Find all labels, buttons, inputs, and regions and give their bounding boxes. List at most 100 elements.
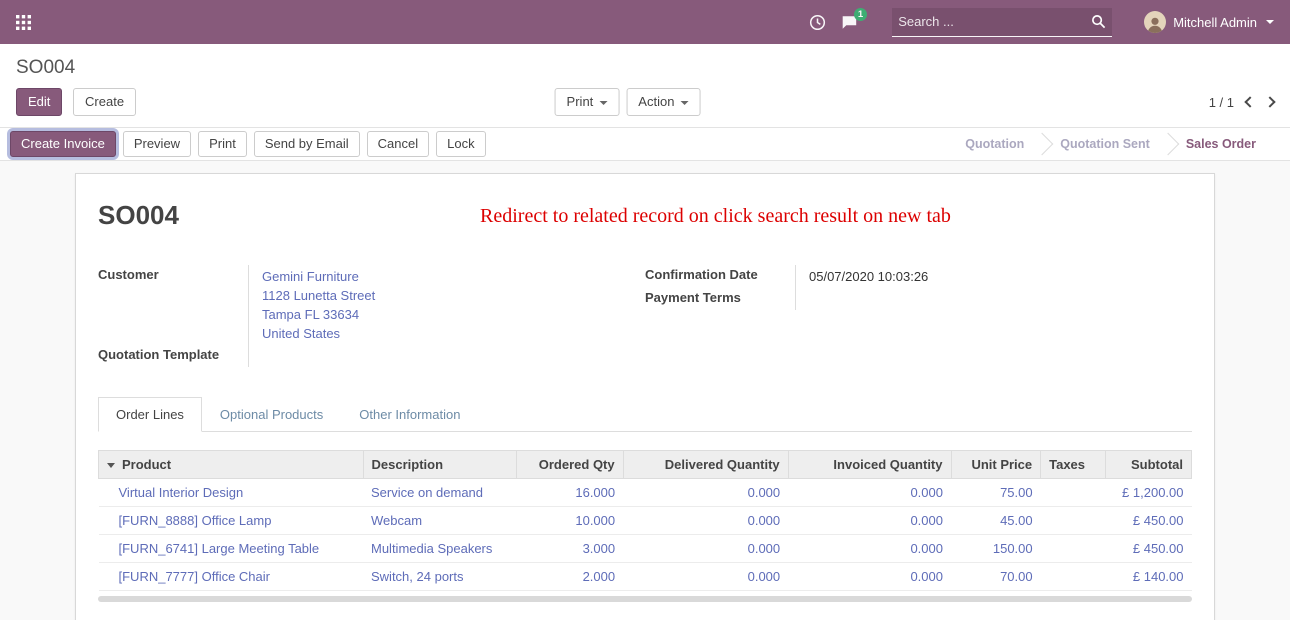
sort-caret-icon <box>107 463 115 468</box>
customer-city: Tampa FL 33634 <box>262 305 645 324</box>
left-field-group: Customer Gemini Furniture 1128 Lunetta S… <box>98 265 645 367</box>
table-row[interactable]: [FURN_6741] Large Meeting Table Multimed… <box>99 535 1192 563</box>
cell-description[interactable]: Multimedia Speakers <box>363 535 516 563</box>
pager-previous-icon[interactable] <box>1244 96 1255 107</box>
global-search <box>892 8 1112 37</box>
search-input[interactable] <box>898 14 1091 29</box>
step-quotation-sent[interactable]: Quotation Sent <box>1044 137 1166 151</box>
page-title: SO004 <box>98 200 179 231</box>
step-sales-order[interactable]: Sales Order <box>1170 137 1272 151</box>
create-button[interactable]: Create <box>73 88 136 116</box>
payment-terms-value[interactable] <box>795 288 1192 310</box>
cell-unit-price[interactable]: 70.00 <box>951 563 1041 591</box>
column-header-product[interactable]: Product <box>99 451 364 479</box>
confirmation-date-label: Confirmation Date <box>645 265 795 288</box>
cell-ordered-qty[interactable]: 2.000 <box>516 563 623 591</box>
cell-subtotal[interactable]: £ 140.00 <box>1105 563 1191 591</box>
form-view: SO004 Redirect to related record on clic… <box>0 161 1290 620</box>
cell-ordered-qty[interactable]: 10.000 <box>516 507 623 535</box>
column-header-delivered-quantity[interactable]: Delivered Quantity <box>623 451 788 479</box>
chevron-down-icon <box>680 101 688 105</box>
cell-taxes[interactable] <box>1041 535 1105 563</box>
customer-street: 1128 Lunetta Street <box>262 286 645 305</box>
quotation-template-label: Quotation Template <box>98 345 248 367</box>
search-icon[interactable] <box>1091 14 1106 29</box>
control-panel: SO004 Edit Create Print Action 1 / 1 <box>0 44 1290 127</box>
cell-subtotal[interactable]: £ 1,200.00 <box>1105 479 1191 507</box>
column-header-unit-price[interactable]: Unit Price <box>951 451 1041 479</box>
cancel-button[interactable]: Cancel <box>367 131 429 157</box>
tab-order-lines[interactable]: Order Lines <box>98 397 202 432</box>
cell-description[interactable]: Webcam <box>363 507 516 535</box>
customer-label: Customer <box>98 265 248 345</box>
column-header-subtotal[interactable]: Subtotal <box>1105 451 1191 479</box>
cell-taxes[interactable] <box>1041 479 1105 507</box>
cell-delivered-qty[interactable]: 0.000 <box>623 563 788 591</box>
column-header-description[interactable]: Description <box>363 451 516 479</box>
customer-value[interactable]: Gemini Furniture 1128 Lunetta Street Tam… <box>248 265 645 345</box>
pager: 1 / 1 <box>1209 95 1274 110</box>
tab-other-information[interactable]: Other Information <box>341 397 478 432</box>
right-field-group: Confirmation Date 05/07/2020 10:03:26 Pa… <box>645 265 1192 367</box>
cell-invoiced-qty[interactable]: 0.000 <box>788 535 951 563</box>
payment-terms-label: Payment Terms <box>645 288 795 310</box>
column-header-ordered-qty[interactable]: Ordered Qty <box>516 451 623 479</box>
table-horizontal-scrollbar[interactable] <box>98 596 1192 602</box>
print-button[interactable]: Print <box>198 131 247 157</box>
step-quotation[interactable]: Quotation <box>949 137 1040 151</box>
cell-delivered-qty[interactable]: 0.000 <box>623 507 788 535</box>
cell-description[interactable]: Switch, 24 ports <box>363 563 516 591</box>
cell-invoiced-qty[interactable]: 0.000 <box>788 507 951 535</box>
confirmation-date-value: 05/07/2020 10:03:26 <box>795 265 1192 288</box>
apps-menu-icon[interactable] <box>16 15 31 30</box>
column-header-invoiced-quantity[interactable]: Invoiced Quantity <box>788 451 951 479</box>
activities-clock-icon[interactable] <box>809 14 826 31</box>
message-count-badge: 1 <box>854 8 867 21</box>
user-avatar <box>1144 11 1166 33</box>
annotation-text: Redirect to related record on click sear… <box>179 200 1192 228</box>
order-lines-table: Product Description Ordered Qty Delivere… <box>98 450 1192 591</box>
quotation-template-value[interactable] <box>248 345 645 367</box>
breadcrumb: SO004 <box>16 57 75 78</box>
cell-description[interactable]: Service on demand <box>363 479 516 507</box>
cell-delivered-qty[interactable]: 0.000 <box>623 535 788 563</box>
user-menu[interactable]: Mitchell Admin <box>1144 11 1274 33</box>
customer-country: United States <box>262 324 645 343</box>
table-header-row: Product Description Ordered Qty Delivere… <box>99 451 1192 479</box>
cell-invoiced-qty[interactable]: 0.000 <box>788 479 951 507</box>
cell-subtotal[interactable]: £ 450.00 <box>1105 507 1191 535</box>
preview-button[interactable]: Preview <box>123 131 191 157</box>
print-dropdown-button[interactable]: Print <box>555 88 620 116</box>
cell-product[interactable]: Virtual Interior Design <box>99 479 364 507</box>
send-by-email-button[interactable]: Send by Email <box>254 131 360 157</box>
action-dropdown-button[interactable]: Action <box>626 88 700 116</box>
cell-product[interactable]: [FURN_8888] Office Lamp <box>99 507 364 535</box>
create-invoice-button[interactable]: Create Invoice <box>10 131 116 157</box>
customer-name[interactable]: Gemini Furniture <box>262 267 645 286</box>
cell-unit-price[interactable]: 150.00 <box>951 535 1041 563</box>
messages-icon[interactable]: 1 <box>840 14 858 31</box>
cell-ordered-qty[interactable]: 3.000 <box>516 535 623 563</box>
cell-taxes[interactable] <box>1041 507 1105 535</box>
status-steps: Quotation Quotation Sent Sales Order <box>949 128 1290 160</box>
table-row[interactable]: [FURN_8888] Office Lamp Webcam 10.000 0.… <box>99 507 1192 535</box>
table-row[interactable]: [FURN_7777] Office Chair Switch, 24 port… <box>99 563 1192 591</box>
cell-subtotal[interactable]: £ 450.00 <box>1105 535 1191 563</box>
chevron-down-icon <box>599 101 607 105</box>
pager-next-icon[interactable] <box>1264 96 1275 107</box>
edit-button[interactable]: Edit <box>16 88 62 116</box>
cell-ordered-qty[interactable]: 16.000 <box>516 479 623 507</box>
lock-button[interactable]: Lock <box>436 131 485 157</box>
tab-optional-products[interactable]: Optional Products <box>202 397 341 432</box>
cell-delivered-qty[interactable]: 0.000 <box>623 479 788 507</box>
pager-counter: 1 / 1 <box>1209 95 1234 110</box>
cell-taxes[interactable] <box>1041 563 1105 591</box>
cell-invoiced-qty[interactable]: 0.000 <box>788 563 951 591</box>
table-row[interactable]: Virtual Interior Design Service on deman… <box>99 479 1192 507</box>
cell-unit-price[interactable]: 45.00 <box>951 507 1041 535</box>
top-navbar: 1 Mitchell Admin <box>0 0 1290 44</box>
cell-unit-price[interactable]: 75.00 <box>951 479 1041 507</box>
cell-product[interactable]: [FURN_7777] Office Chair <box>99 563 364 591</box>
cell-product[interactable]: [FURN_6741] Large Meeting Table <box>99 535 364 563</box>
column-header-taxes[interactable]: Taxes <box>1041 451 1105 479</box>
